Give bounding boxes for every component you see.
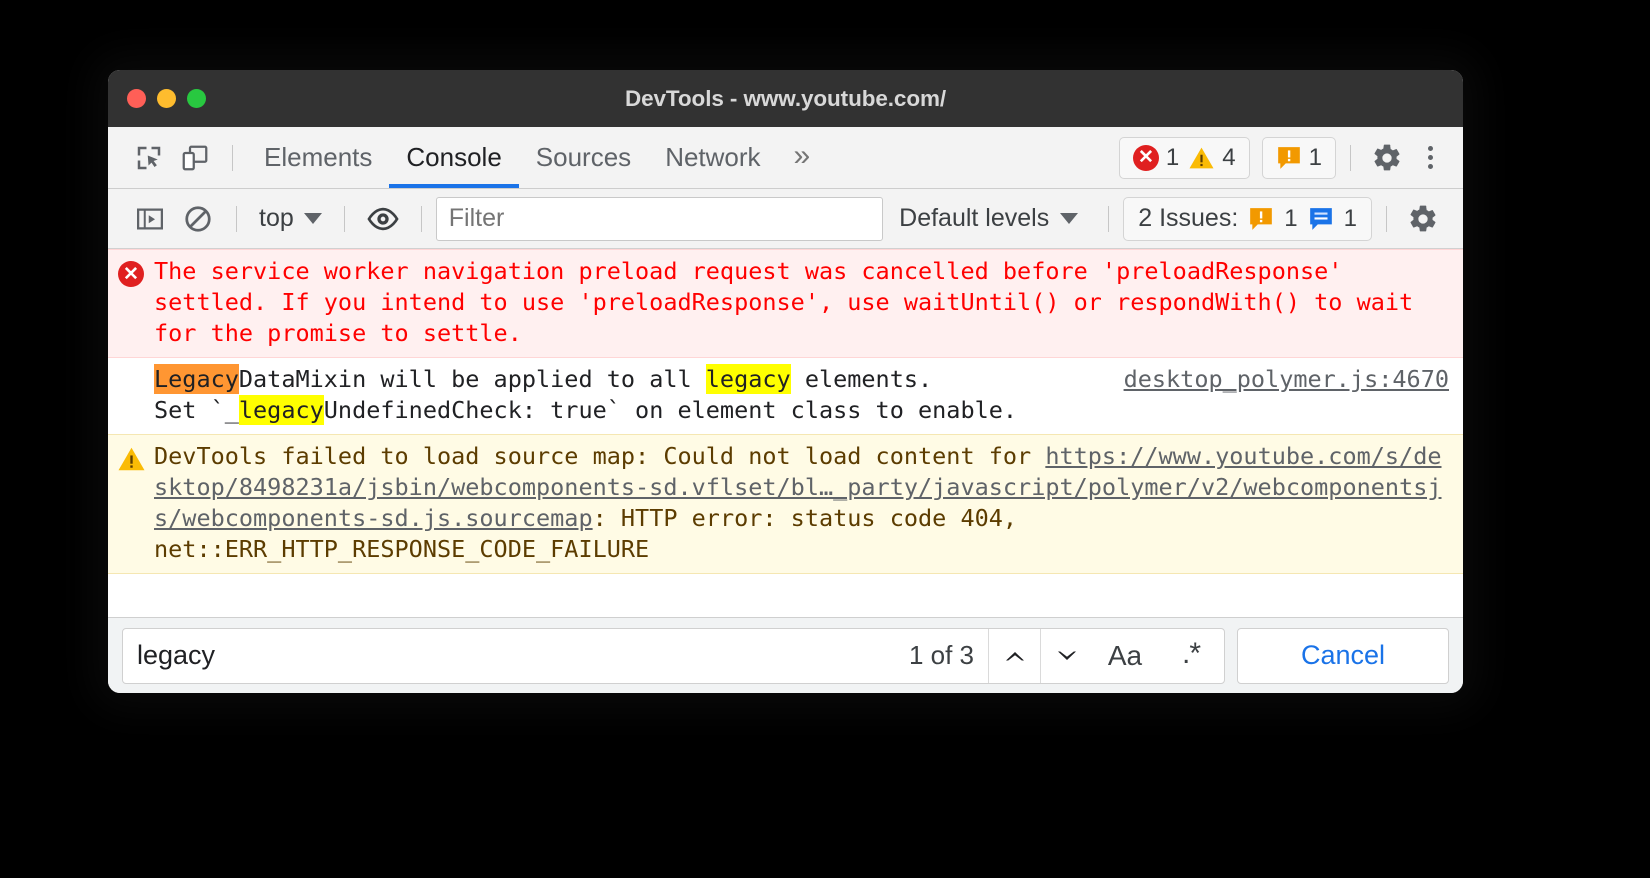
log-icon-wrap <box>108 364 154 426</box>
inspect-element-icon <box>134 143 164 173</box>
more-tabs-button[interactable]: » <box>778 141 827 171</box>
device-toolbar-icon <box>180 143 210 173</box>
tab-sources[interactable]: Sources <box>519 127 648 188</box>
live-expression-button[interactable] <box>359 197 407 241</box>
issue-exclamation-icon <box>1276 145 1302 171</box>
gear-icon <box>1371 142 1403 174</box>
error-circle-icon: ✕ <box>1132 144 1159 171</box>
source-link[interactable]: desktop_polymer.js:4670 <box>1094 364 1449 395</box>
log-levels-label: Default levels <box>899 204 1050 232</box>
error-message-text: The service worker navigation preload re… <box>154 257 1414 347</box>
kebab-dot-2 <box>1427 155 1433 160</box>
chevron-down-icon <box>303 213 322 224</box>
close-button[interactable] <box>127 89 146 108</box>
inspect-element-button[interactable] <box>126 137 172 179</box>
tab-network[interactable]: Network <box>648 127 777 188</box>
search-match-2: legacy <box>238 395 324 425</box>
issue-info-icon <box>1308 206 1334 232</box>
issues-counter-group[interactable]: 1 <box>1261 136 1336 179</box>
search-match: legacy <box>705 364 791 394</box>
search-input[interactable] <box>123 628 895 683</box>
console-toolbar-divider-1 <box>236 205 237 232</box>
console-message-log[interactable]: LegacyDataMixin will be applied to all l… <box>108 358 1463 434</box>
main-menu-button[interactable] <box>1415 146 1445 169</box>
issue-exclamation-icon-small <box>1248 206 1274 232</box>
warning-triangle-icon <box>1188 146 1215 170</box>
warning-triangle-icon <box>117 446 146 565</box>
issues-label: 2 Issues: <box>1138 204 1239 232</box>
error-icon-wrap: ✕ <box>108 256 154 349</box>
devtools-panel-tabstrip: Elements Console Sources Network » ✕ 1 4… <box>108 127 1463 189</box>
log-message-body: LegacyDataMixin will be applied to all l… <box>154 364 1463 426</box>
error-warning-counters[interactable]: ✕ 1 4 <box>1118 136 1250 179</box>
search-next-button[interactable] <box>1040 628 1092 683</box>
window-titlebar: DevTools - www.youtube.com/ <box>108 70 1463 127</box>
kebab-dot-3 <box>1427 164 1433 169</box>
issues-button[interactable]: 2 Issues: 1 1 <box>1123 196 1372 241</box>
console-message-error[interactable]: ✕ The service worker navigation preload … <box>108 249 1463 358</box>
console-settings-button[interactable] <box>1401 197 1445 241</box>
search-previous-button[interactable] <box>988 628 1040 683</box>
console-sidebar-button[interactable] <box>126 197 174 241</box>
log-message-text: LegacyDataMixin will be applied to all l… <box>154 364 1018 425</box>
console-message-warning[interactable]: DevTools failed to load source map: Coul… <box>108 434 1463 574</box>
warning-counter[interactable]: 4 <box>1188 143 1236 172</box>
warning-icon-wrap <box>108 441 154 565</box>
search-box[interactable]: 1 of 3 Aa .* <box>122 627 1225 684</box>
warning-prefix-text: DevTools failed to load source map: Coul… <box>154 442 1046 470</box>
match-case-button[interactable]: Aa <box>1092 629 1158 683</box>
clear-console-button[interactable] <box>174 197 222 241</box>
settings-button[interactable] <box>1365 136 1409 180</box>
search-match-count: 1 of 3 <box>908 640 974 670</box>
kebab-dot-1 <box>1427 146 1433 151</box>
regex-button[interactable]: .* <box>1158 629 1224 683</box>
window-title: DevTools - www.youtube.com/ <box>624 85 947 111</box>
zoom-button[interactable] <box>187 89 206 108</box>
device-toolbar-button[interactable] <box>172 137 218 179</box>
warning-count: 4 <box>1222 143 1236 171</box>
chevron-down-icon <box>1054 647 1080 665</box>
error-counter[interactable]: ✕ 1 <box>1132 143 1180 172</box>
cancel-button[interactable]: Cancel <box>1237 627 1449 684</box>
console-settings-gear-icon <box>1407 203 1439 235</box>
log-levels-selector[interactable]: Default levels <box>883 204 1094 233</box>
chevron-down-icon-levels <box>1060 213 1079 224</box>
clear-console-icon <box>183 204 213 234</box>
warning-message-body: DevTools failed to load source map: Coul… <box>154 441 1463 565</box>
screen-background: DevTools - www.youtube.com/ Elements Con… <box>0 0 1650 878</box>
filter-input[interactable] <box>435 196 884 241</box>
console-message-list[interactable]: ✕ The service worker navigation preload … <box>108 249 1463 617</box>
console-toolbar-divider-2 <box>343 205 345 232</box>
execution-context-selector[interactable]: top <box>251 204 330 233</box>
devtools-window: DevTools - www.youtube.com/ Elements Con… <box>108 70 1463 693</box>
issue-counter[interactable]: 1 <box>1276 144 1322 172</box>
live-expression-icon <box>367 206 399 232</box>
tab-console[interactable]: Console <box>389 127 520 188</box>
window-controls <box>108 89 206 108</box>
console-toolbar-divider-4 <box>1108 205 1110 232</box>
console-filter-toolbar: top Default levels <box>108 189 1463 249</box>
toolbar-divider <box>232 144 233 171</box>
execution-context-label: top <box>259 204 294 232</box>
chevron-up-icon <box>1002 647 1028 665</box>
console-toolbar-divider-3 <box>420 205 422 232</box>
minimize-button[interactable] <box>157 89 176 108</box>
tab-elements[interactable]: Elements <box>247 127 389 188</box>
search-match-current: Legacy <box>154 364 239 394</box>
issues-yellow-count: 1 <box>1284 204 1298 232</box>
error-count: 1 <box>1165 143 1180 171</box>
console-sidebar-icon <box>135 204 165 234</box>
issue-count: 1 <box>1308 143 1322 171</box>
error-circle-icon: ✕ <box>118 261 144 287</box>
console-toolbar-divider-5 <box>1386 205 1387 232</box>
console-search-bar: 1 of 3 Aa .* <box>108 617 1463 693</box>
issues-blue-count: 1 <box>1343 204 1357 232</box>
toolbar-divider-2 <box>1350 144 1351 171</box>
